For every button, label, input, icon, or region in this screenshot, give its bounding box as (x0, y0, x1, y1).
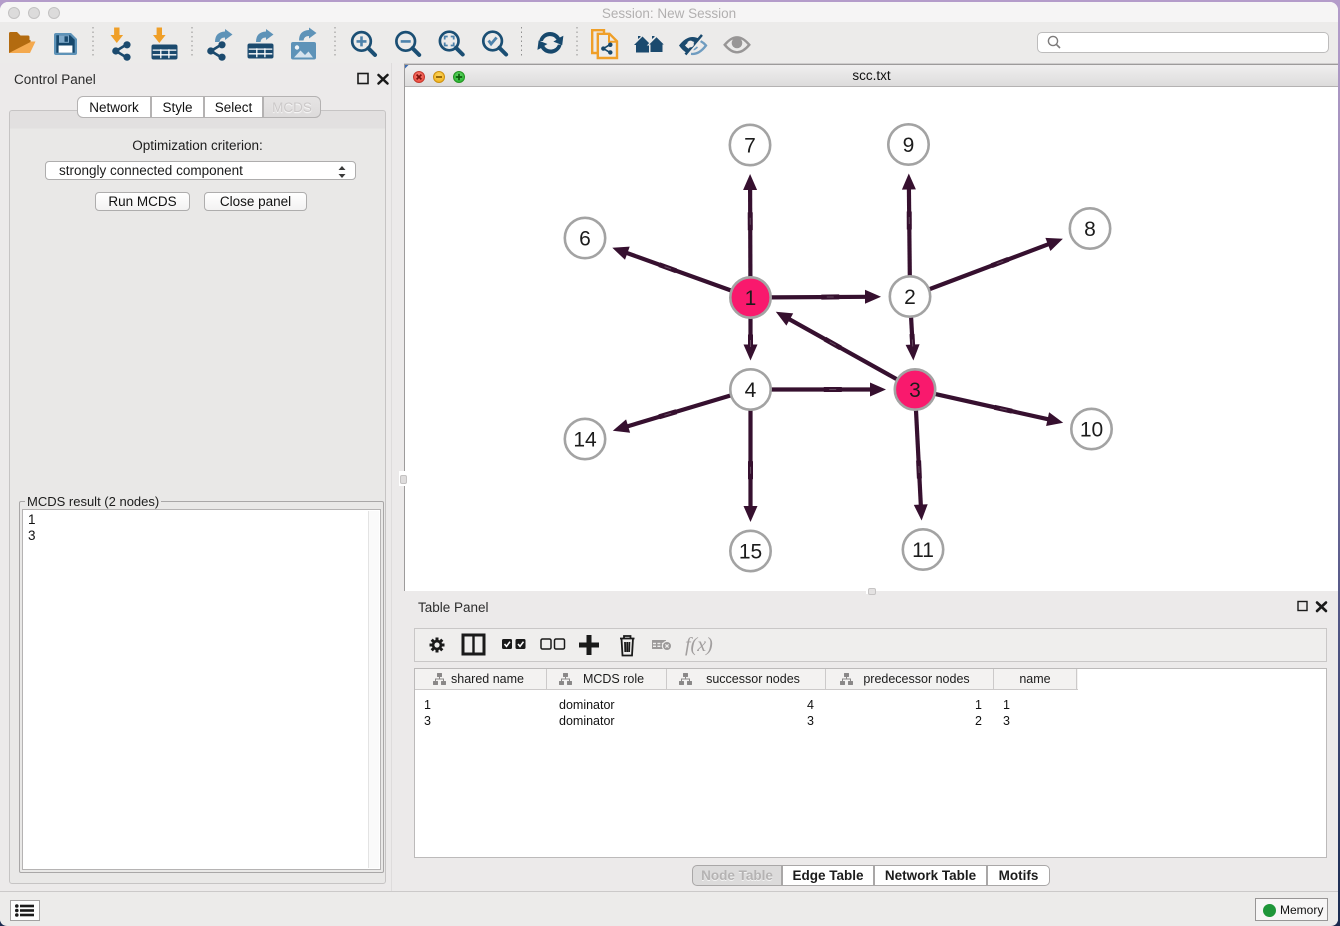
svg-text:14: 14 (573, 429, 597, 452)
svg-text:11: 11 (912, 539, 934, 562)
svg-text:15: 15 (739, 541, 762, 564)
svg-text:3: 3 (909, 379, 921, 402)
svg-text:6: 6 (579, 228, 591, 251)
svg-text:f(x): f(x) (685, 634, 713, 656)
svg-text:7: 7 (744, 135, 756, 158)
svg-text:4: 4 (745, 379, 757, 402)
svg-text:2: 2 (904, 286, 916, 309)
svg-text:1: 1 (745, 287, 757, 310)
svg-text:9: 9 (903, 134, 915, 157)
svg-text:10: 10 (1080, 419, 1103, 442)
svg-text:8: 8 (1084, 218, 1096, 241)
